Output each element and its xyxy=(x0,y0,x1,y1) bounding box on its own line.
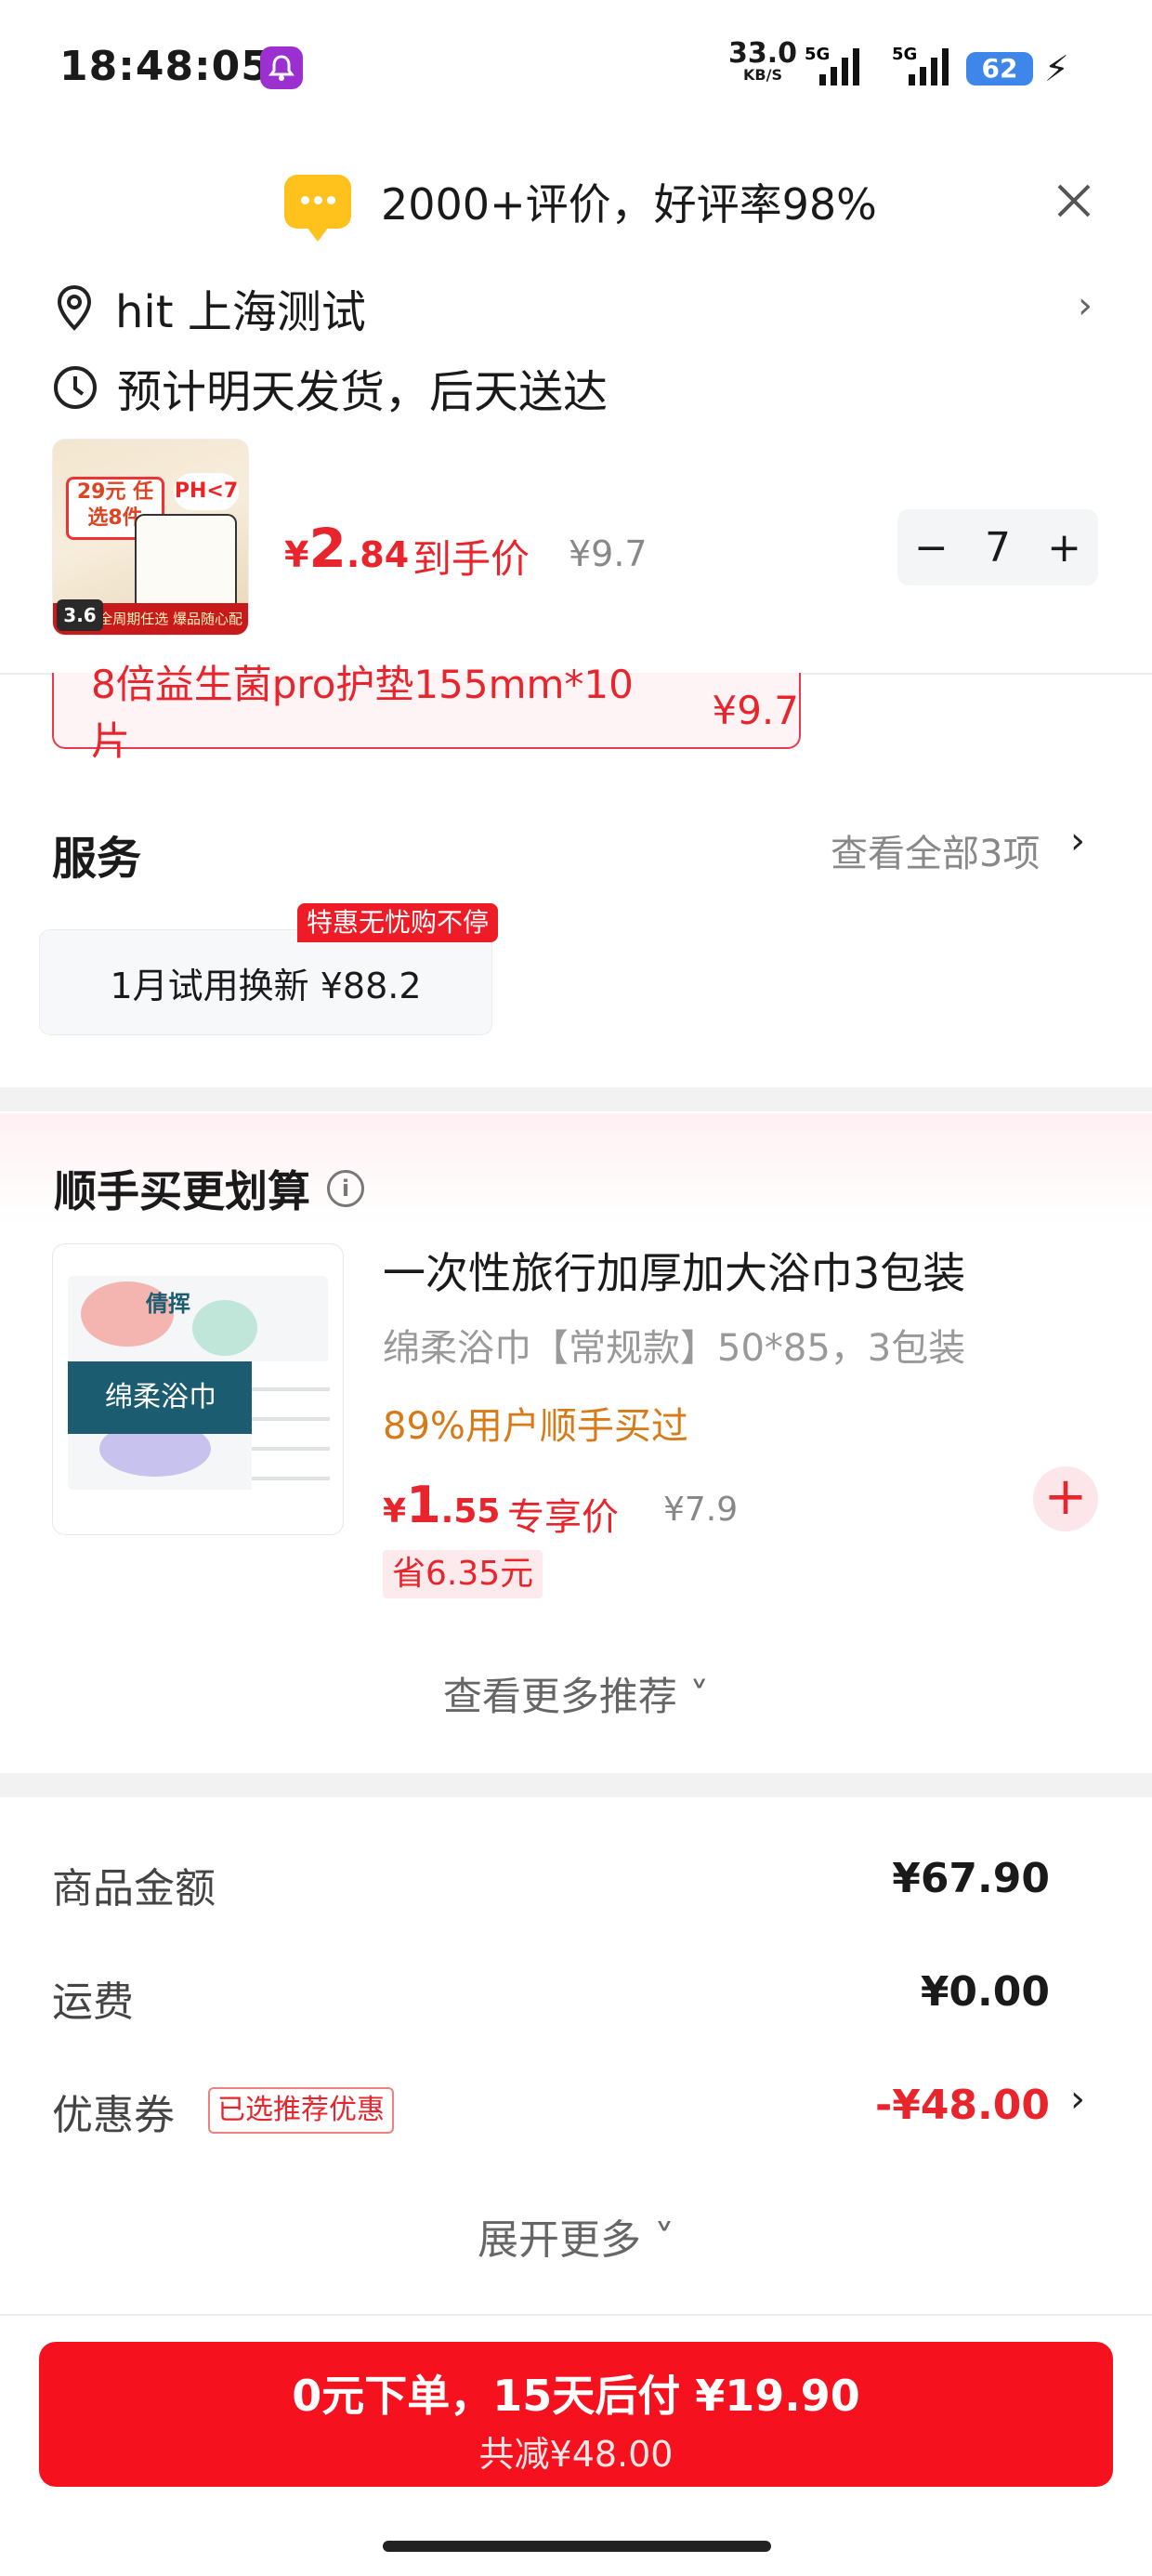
charging-bolt-icon: ⚡ xyxy=(1044,48,1069,89)
rec-img-logo: 倩挥 xyxy=(146,1291,190,1317)
location-pin-icon xyxy=(57,284,92,331)
recommend-product-spec: 绵柔浴巾【常规款】50*85，3包装 xyxy=(383,1327,966,1370)
expand-more-link[interactable]: 展开更多 ˅ xyxy=(0,2206,1152,2266)
place-order-button[interactable]: 0元下单，15天后付 ¥19.90 共减¥48.00 xyxy=(39,2342,1113,2487)
home-indicator[interactable] xyxy=(383,2541,771,2552)
battery-indicator: 62 xyxy=(966,52,1033,85)
quantity-stepper: − 7 + xyxy=(897,509,1098,585)
thumb-ph-label: PH<7 xyxy=(174,473,239,510)
sku-price: ¥9.7 xyxy=(712,687,799,733)
shipping-fee-label: 运费 xyxy=(52,1978,134,2026)
address-row[interactable]: hit 上海测试 xyxy=(52,275,366,340)
coupon-label: 优惠券 xyxy=(52,2092,175,2139)
place-order-sub-text: 共减¥48.00 xyxy=(478,2434,674,2475)
selected-sku-chip[interactable]: 8倍益生菌pro护垫155mm*10片 ¥9.7 xyxy=(52,662,801,764)
services-chevron-icon[interactable]: › xyxy=(1070,820,1085,862)
review-summary-text: 2000+评价，好评率98% xyxy=(381,179,877,230)
close-icon[interactable] xyxy=(1052,178,1096,223)
section-separator xyxy=(0,1087,1152,1111)
recommend-price-label: 专享价 xyxy=(507,1496,619,1539)
address-text: hit 上海测试 xyxy=(115,286,366,338)
recommend-savings-badge: 省6.35元 xyxy=(383,1550,543,1598)
more-recommendations-link[interactable]: 查看更多推荐 ˅ xyxy=(0,1665,1152,1722)
final-price: ¥2.84 xyxy=(284,517,410,580)
network-speed: 33.0 KB/S xyxy=(728,37,798,84)
clock-icon xyxy=(54,366,97,409)
svg-text:5G: 5G xyxy=(805,45,830,64)
shipping-estimate-row: 预计明天发货，后天送达 xyxy=(52,355,608,420)
add-recommend-button[interactable]: + xyxy=(1033,1466,1098,1531)
shipping-text: 预计明天发货，后天送达 xyxy=(117,366,609,418)
coupon-recommended-badge: 已选推荐优惠 xyxy=(208,2087,394,2134)
info-icon[interactable]: i xyxy=(327,1170,364,1207)
status-time: 18:48:05 xyxy=(59,43,270,90)
section-separator-2 xyxy=(0,1773,1152,1797)
recommend-buyers-stat: 89%用户顺手买过 xyxy=(383,1405,688,1448)
divider xyxy=(0,2314,1152,2316)
recommend-original-price: ¥7.9 xyxy=(663,1491,739,1529)
goods-amount-value: ¥67.90 xyxy=(892,1855,1050,1902)
coupon-chevron-icon[interactable]: › xyxy=(1070,2078,1085,2121)
rec-img-band: 绵柔浴巾 xyxy=(68,1361,254,1434)
sku-name: 8倍益生菌pro护垫155mm*10片 xyxy=(91,662,634,764)
quantity-value[interactable]: 7 xyxy=(985,524,1011,572)
recommend-title: 顺手买更划算 i xyxy=(54,1158,364,1219)
original-price: ¥9.7 xyxy=(569,533,648,574)
minus-button[interactable]: − xyxy=(914,524,949,572)
svg-text:5G: 5G xyxy=(892,45,917,64)
signal-icon-2: 5G xyxy=(890,45,957,93)
shipping-fee-value: ¥0.00 xyxy=(920,1968,1050,2016)
notification-bell-icon xyxy=(260,46,303,89)
review-summary-banner[interactable]: 2000+评价，好评率98% xyxy=(284,169,877,242)
chat-bubble-icon xyxy=(284,175,351,242)
services-title: 服务 xyxy=(52,833,142,885)
recommend-price: ¥1.55 xyxy=(383,1476,501,1534)
chevron-down-icon: ˅ xyxy=(676,1674,710,1719)
signal-icon: 5G xyxy=(801,45,866,93)
thumb-score: 3.6 xyxy=(57,599,103,631)
chevron-down-icon: ˅ xyxy=(641,2216,674,2264)
service-badge: 特惠无忧购不停 xyxy=(297,903,499,942)
recommend-product-name[interactable]: 一次性旅行加厚加大浴巾3包装 xyxy=(383,1240,965,1301)
recommend-product-image[interactable]: 倩挥 绵柔浴巾 xyxy=(52,1243,344,1535)
plus-button[interactable]: + xyxy=(1047,524,1081,572)
service-option-card[interactable]: 1月试用换新 ¥88.2 xyxy=(39,929,492,1035)
address-chevron-icon[interactable]: › xyxy=(1078,284,1093,327)
services-view-all[interactable]: 查看全部3项 xyxy=(831,823,1040,877)
product-thumbnail[interactable]: 29元 任选8件 PH<7 全周期任选 爆品随心配 3.6 xyxy=(52,439,249,636)
goods-amount-label: 商品金额 xyxy=(52,1865,216,1912)
coupon-value[interactable]: -¥48.00 xyxy=(875,2082,1050,2129)
place-order-main-text: 0元下单，15天后付 ¥19.90 xyxy=(292,2371,860,2421)
final-price-label: 到手价 xyxy=(412,536,530,582)
